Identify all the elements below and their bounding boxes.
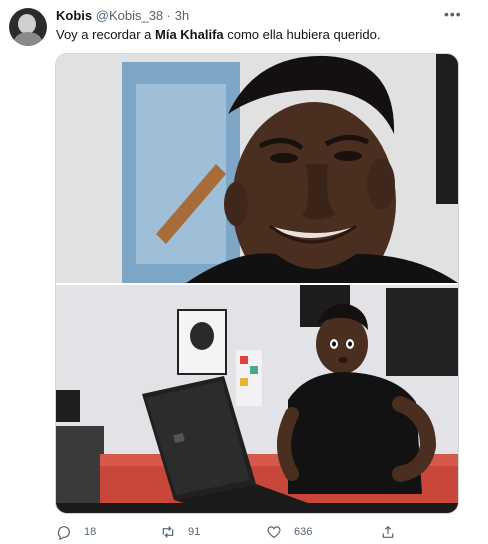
like-count: 636 (294, 526, 313, 538)
tweet-text-bold: Mía Khalifa (155, 27, 224, 42)
retweet-icon (162, 526, 174, 538)
meme-top-panel (56, 54, 458, 302)
like-button[interactable]: 636 (266, 522, 312, 542)
share-icon (382, 525, 394, 538)
tweet[interactable]: Kobis @Kobis_38 · 3h ••• Voy a recordar … (0, 0, 488, 544)
meme-bottom-panel (56, 285, 458, 513)
avatar-body (14, 32, 42, 46)
meme-image (56, 54, 458, 513)
reply-icon (57, 526, 70, 540)
reply-button[interactable]: 18 (56, 522, 96, 542)
author-name[interactable]: Kobis (56, 8, 92, 23)
tweet-time[interactable]: 3h (175, 8, 189, 23)
retweet-count: 91 (188, 526, 201, 538)
tweet-media[interactable] (55, 53, 459, 514)
share-button[interactable] (380, 522, 408, 542)
tweet-text-after: como ella hubiera querido. (223, 27, 381, 42)
reply-count: 18 (84, 526, 97, 538)
retweet-button[interactable]: 91 (160, 522, 200, 542)
like-icon (267, 526, 281, 539)
tweet-header: Kobis @Kobis_38 · 3h (56, 9, 189, 23)
avatar[interactable] (9, 8, 47, 46)
more-horizontal-icon[interactable]: ••• (444, 6, 462, 22)
author-handle[interactable]: @Kobis_38 (96, 8, 163, 23)
panel-divider (56, 283, 458, 285)
tweet-text: Voy a recordar a Mía Khalifa como ella h… (56, 27, 380, 42)
avatar-face (18, 14, 36, 34)
separator: · (166, 8, 172, 23)
tweet-text-before: Voy a recordar a (56, 27, 155, 42)
tweet-actions: 18 91 636 (0, 522, 488, 542)
